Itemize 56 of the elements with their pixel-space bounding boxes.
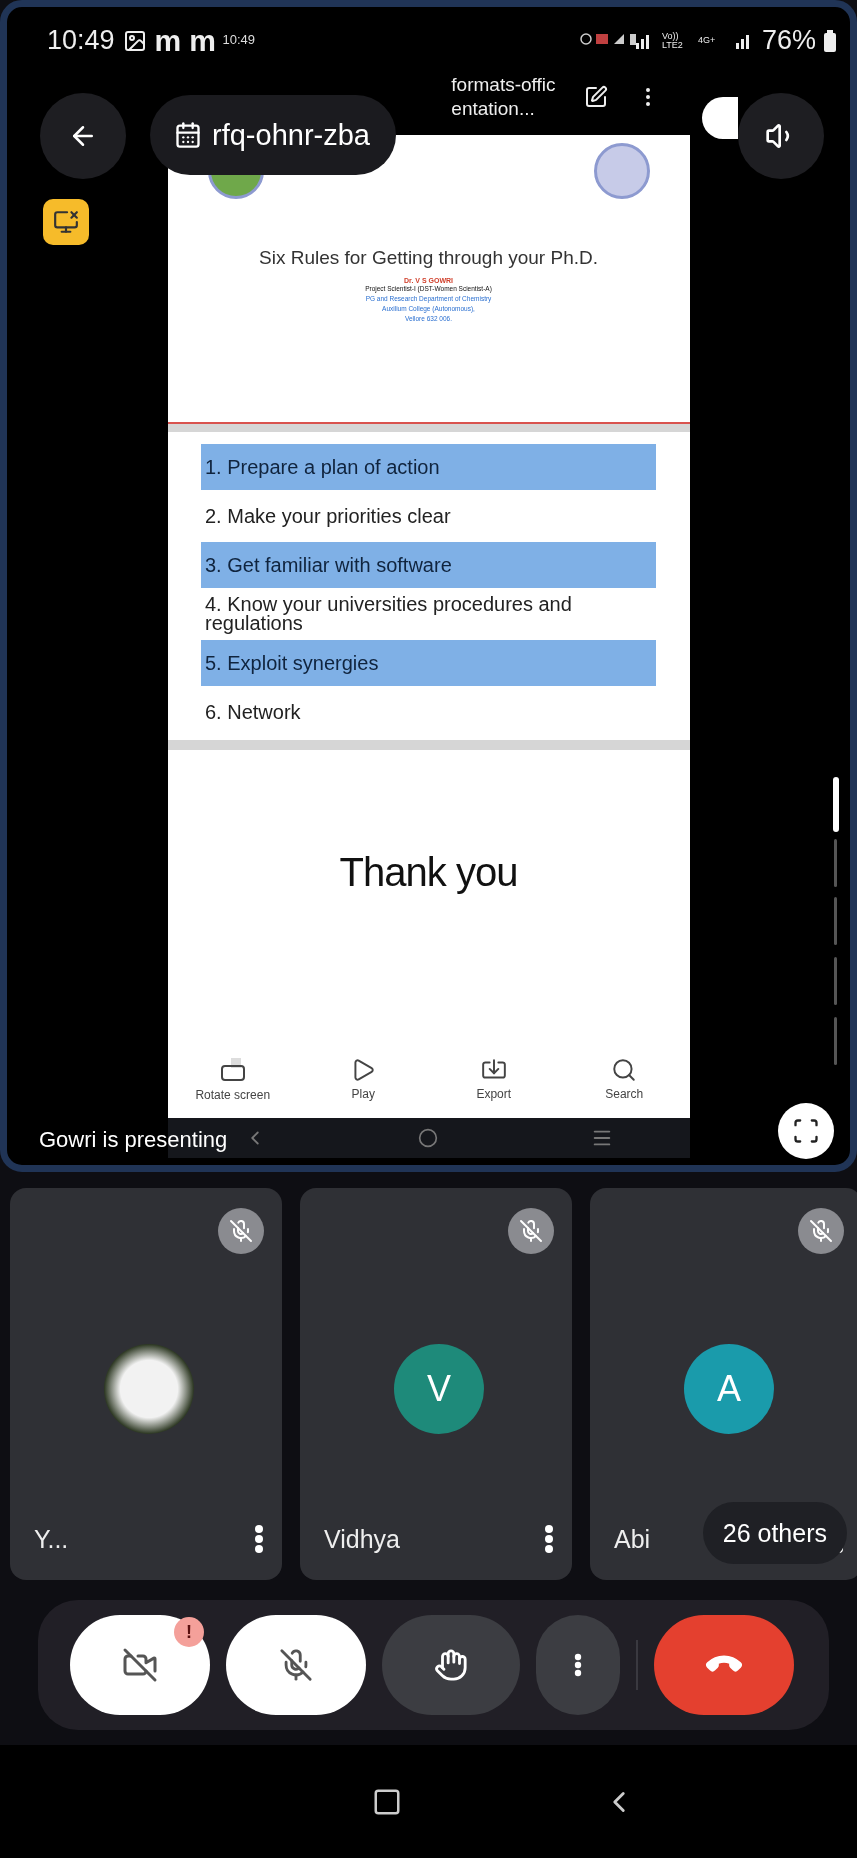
battery-level: 76%	[761, 25, 816, 56]
avatar-initial: A	[684, 1344, 774, 1434]
participant-name: Y...	[34, 1524, 69, 1554]
notification-glyph: m	[154, 25, 182, 56]
self-view-thumbnail[interactable]	[702, 97, 738, 139]
slide-title: Six Rules for Getting through your Ph.D.	[259, 247, 598, 269]
shared-status-time: 10:49	[222, 31, 256, 47]
network-label: Vo)) LTE2	[661, 31, 684, 50]
rotate-screen-icon	[218, 1056, 247, 1084]
muted-mic-icon	[809, 1219, 833, 1243]
document-title: entation...	[451, 97, 536, 121]
slide-list-item: 6. Network	[204, 699, 302, 725]
muted-mic-icon	[519, 1219, 543, 1243]
presenter-label: Gowri is presenting	[39, 1127, 228, 1153]
meeting-code-chip[interactable]: rfq-ohnr-zba	[150, 95, 396, 175]
calendar-icon	[174, 121, 202, 149]
toolbar-button[interactable]: Export	[438, 1057, 549, 1101]
participant-name: Vidhya	[324, 1524, 400, 1554]
more-icon	[544, 1524, 554, 1554]
alert-badge: !	[174, 1617, 204, 1647]
screen-share-off-button[interactable]	[43, 199, 89, 245]
microphone-off-icon	[279, 1648, 313, 1682]
toolbar-button[interactable]: Play	[308, 1057, 419, 1101]
network-label: 4G+	[697, 36, 717, 45]
slide-list-item: 2. Make your priorities clear	[204, 503, 452, 529]
fullscreen-button[interactable]	[778, 1103, 834, 1159]
toolbar-button[interactable]: Search	[569, 1057, 680, 1101]
avatar-initial: V	[394, 1344, 484, 1434]
others-count-chip[interactable]: 26 others	[702, 1502, 847, 1564]
more-icon	[574, 1653, 582, 1677]
more-icon	[254, 1524, 264, 1554]
participant-tile[interactable]: Y...	[10, 1188, 282, 1580]
slide-list-item: 4. Know your universities procedures and regulations	[204, 592, 573, 636]
camera-off-icon	[122, 1647, 158, 1683]
more-options-button[interactable]	[254, 1524, 264, 1554]
participant-tile[interactable]: V Vidhya	[300, 1188, 572, 1580]
slide-list-item: 5. Exploit synergies	[201, 640, 656, 686]
slide-list-item: 1. Prepare a plan of action	[201, 444, 656, 490]
muted-mic-icon	[229, 1219, 253, 1243]
participant-name: Abi	[614, 1524, 651, 1554]
edit-icon[interactable]	[583, 85, 608, 109]
camera-button[interactable]: !	[70, 1615, 210, 1715]
home-icon	[418, 1128, 439, 1148]
battery-icon	[824, 29, 836, 52]
toolbar-button[interactable]: Rotate screen	[177, 1056, 288, 1102]
search-icon	[611, 1057, 638, 1083]
more-options-button[interactable]	[544, 1524, 554, 1554]
slide-list-item: 3. Get familiar with software	[201, 542, 656, 588]
status-time: 10:49	[47, 25, 115, 56]
fullscreen-icon	[792, 1117, 820, 1145]
gallery-icon	[122, 28, 147, 53]
notification-glyph: m	[189, 25, 216, 56]
hand-icon	[434, 1648, 468, 1682]
document-title: formats-offic	[451, 73, 556, 97]
screen-share-off-icon	[53, 209, 79, 235]
closing-text: Thank you	[339, 850, 518, 895]
